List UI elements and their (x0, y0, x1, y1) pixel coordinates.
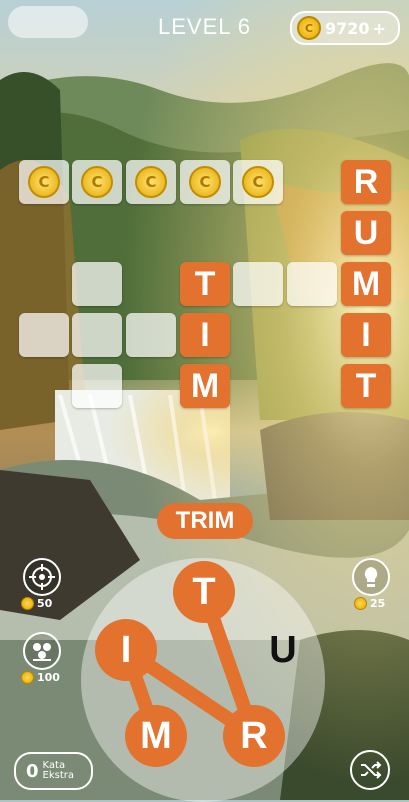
lightbulb-hint-button[interactable] (352, 558, 390, 596)
shuffle-icon (361, 761, 382, 779)
empty-tile (72, 262, 122, 306)
target-hint-price: 50 (21, 597, 52, 610)
coin-icon (21, 671, 34, 684)
multi-hint-button[interactable] (23, 632, 61, 670)
coin-icon (21, 597, 34, 610)
crosshair-icon (29, 564, 55, 590)
coin-tile (72, 160, 122, 204)
empty-tile (287, 262, 337, 306)
top-bar: LEVEL 6 C 9720 + (0, 0, 409, 55)
target-hint-button[interactable] (23, 558, 61, 596)
lightbulb-icon (364, 567, 378, 587)
shuffle-button[interactable] (350, 750, 390, 790)
coin-tile (180, 160, 230, 204)
letter-tile: M (341, 262, 391, 306)
coin-tile (233, 160, 283, 204)
extra-words-button[interactable]: 0 Kata Ekstra (14, 752, 93, 790)
coin-icon (354, 597, 367, 610)
current-word: TRIM (157, 503, 253, 539)
coin-count: 9720 (325, 18, 370, 38)
letter-tile: T (341, 364, 391, 408)
lightbulb-hint-price: 25 (354, 597, 385, 610)
empty-tile (19, 313, 69, 357)
extra-label-line2: Ekstra (42, 770, 75, 781)
extra-words-count: 0 (26, 760, 39, 782)
letter-tile: T (180, 262, 230, 306)
multi-hint-price: 100 (21, 671, 60, 684)
wheel-letter[interactable]: U (252, 619, 314, 681)
hint-price-value: 25 (370, 597, 386, 610)
letter-tile: I (341, 313, 391, 357)
letter-tile: R (341, 160, 391, 204)
multi-price-value: 100 (37, 671, 60, 684)
letter-tile: I (180, 313, 230, 357)
fireworks-icon (33, 643, 51, 661)
wheel-letter[interactable]: I (95, 619, 157, 681)
wheel-letter[interactable]: T (173, 561, 235, 623)
target-price-value: 50 (37, 597, 53, 610)
coin-balance-button[interactable]: C 9720 + (290, 11, 400, 45)
empty-tile (126, 313, 176, 357)
empty-tile (72, 364, 122, 408)
letter-tile: U (341, 211, 391, 255)
empty-tile (233, 262, 283, 306)
empty-tile (72, 313, 122, 357)
add-coins-plus: + (372, 18, 386, 38)
wheel-letter[interactable]: M (125, 705, 187, 767)
wheel-letter[interactable]: R (223, 705, 285, 767)
letter-tile: M (180, 364, 230, 408)
extra-words-label: Kata Ekstra (43, 761, 74, 781)
coin-tile (19, 160, 69, 204)
coin-tile (126, 160, 176, 204)
coin-icon: C (297, 16, 321, 40)
